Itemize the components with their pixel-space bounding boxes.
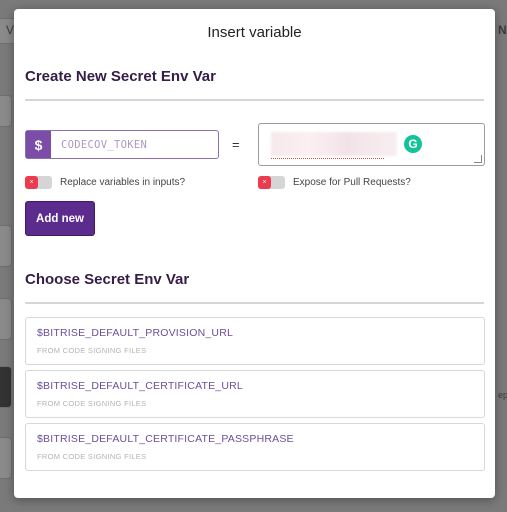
replace-variables-toggle-row: × Replace variables in inputs? <box>25 176 185 189</box>
env-key-input[interactable] <box>51 131 218 158</box>
choose-section-divider <box>25 302 484 304</box>
background-panel-5 <box>0 437 12 479</box>
resize-handle-icon[interactable] <box>474 155 482 163</box>
grammarly-icon[interactable]: G <box>404 135 422 153</box>
env-var-item[interactable]: $BITRISE_DEFAULT_CERTIFICATE_PASSPHRASE … <box>25 423 485 471</box>
replace-variables-label: Replace variables in inputs? <box>60 177 186 188</box>
env-value-textarea[interactable]: G <box>258 123 485 166</box>
insert-variable-modal: Insert variable Create New Secret Env Va… <box>14 9 495 498</box>
replace-variables-toggle[interactable]: × <box>25 176 52 189</box>
equals-sign: = <box>232 137 240 152</box>
background-text-left: V <box>6 23 15 37</box>
background-text-right-2: ep <box>498 390 507 400</box>
env-var-source: FROM CODE SIGNING FILES <box>37 452 147 461</box>
env-var-source: FROM CODE SIGNING FILES <box>37 399 147 408</box>
env-var-source: FROM CODE SIGNING FILES <box>37 346 147 355</box>
dollar-icon: $ <box>26 131 51 158</box>
env-var-name: $BITRISE_DEFAULT_PROVISION_URL <box>37 327 234 339</box>
background-panel-4 <box>0 366 12 408</box>
env-var-name: $BITRISE_DEFAULT_CERTIFICATE_PASSPHRASE <box>37 433 294 445</box>
create-section-heading: Create New Secret Env Var <box>25 68 216 85</box>
expose-pr-toggle[interactable]: × <box>258 176 285 189</box>
background-panel-2 <box>0 225 12 267</box>
env-var-item[interactable]: $BITRISE_DEFAULT_CERTIFICATE_URL FROM CO… <box>25 370 485 418</box>
env-var-item[interactable]: $BITRISE_DEFAULT_PROVISION_URL FROM CODE… <box>25 317 485 365</box>
add-new-button[interactable]: Add new <box>25 201 95 236</box>
env-key-field: $ <box>25 130 219 159</box>
background-text-right: N <box>498 23 507 37</box>
background-panel-1 <box>0 95 12 127</box>
background-panel-3 <box>0 298 12 340</box>
modal-title: Insert variable <box>207 24 302 41</box>
toggle-off-icon: × <box>258 176 271 189</box>
create-section-divider <box>25 99 484 101</box>
env-var-name: $BITRISE_DEFAULT_CERTIFICATE_URL <box>37 380 243 392</box>
value-redacted <box>271 132 397 156</box>
toggle-off-icon: × <box>25 176 38 189</box>
expose-pr-toggle-row: × Expose for Pull Requests? <box>258 176 411 189</box>
choose-section-heading: Choose Secret Env Var <box>25 271 190 288</box>
expose-pr-label: Expose for Pull Requests? <box>293 177 411 188</box>
spellcheck-underline <box>271 158 384 159</box>
